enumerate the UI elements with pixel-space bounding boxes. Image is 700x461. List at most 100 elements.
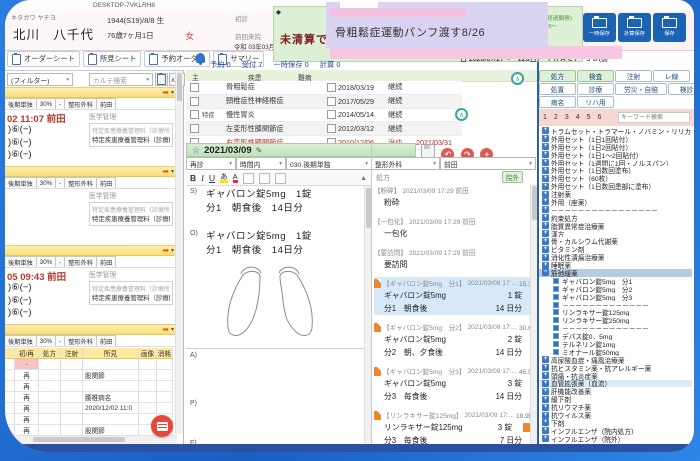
tree-item[interactable]: 抗リウマチ薬 bbox=[539, 403, 692, 411]
tree-node-icon[interactable] bbox=[542, 254, 549, 261]
karte-date-bar[interactable]: ☆ 2021/03/09 ✎ bbox=[186, 143, 416, 157]
order-tab[interactable]: 処置 bbox=[539, 83, 576, 95]
tree-node-icon[interactable] bbox=[542, 388, 549, 395]
disease-checkbox[interactable] bbox=[327, 83, 336, 92]
disease-row[interactable]: 特疾 慢性胃炎 2014/05/14 継続 bbox=[186, 109, 462, 123]
tree-node-icon[interactable] bbox=[542, 364, 549, 371]
main-checkbox[interactable] bbox=[190, 124, 199, 133]
tree-node-icon[interactable] bbox=[542, 143, 549, 150]
karte-entry-header-bar[interactable]: ➡ ▾ bbox=[5, 245, 177, 256]
doctor-tab[interactable]: 前田 bbox=[97, 98, 116, 109]
tree-item[interactable]: 睡眠薬 bbox=[539, 261, 692, 269]
tree-item[interactable]: 血管拡張薬（血流） bbox=[539, 380, 692, 388]
rx-order-block[interactable]: 【ギャバロン錠5mg 分3】 2021/03/09 17:... 45.9円 ギ… bbox=[374, 365, 530, 403]
disease-checkbox[interactable] bbox=[327, 124, 336, 133]
tree-item[interactable]: 外用セット（1週間に1回・ノルスパン） bbox=[539, 159, 692, 167]
tree-node-icon[interactable] bbox=[542, 246, 549, 253]
alert-calendar-icon[interactable] bbox=[151, 415, 173, 437]
tree-item[interactable]: デパス錠0．5mg bbox=[539, 332, 692, 340]
tree-node-icon[interactable] bbox=[542, 435, 549, 442]
order-tab[interactable]: 注射 bbox=[615, 70, 652, 82]
chevron-down-icon[interactable]: ▾ bbox=[171, 168, 174, 175]
table-row[interactable]: 再 bbox=[5, 381, 177, 392]
rate-tab[interactable]: 30% bbox=[37, 335, 56, 346]
counter[interactable]: 受付 7 bbox=[242, 60, 265, 69]
chevron-down-icon[interactable]: ▾ bbox=[171, 247, 174, 254]
bold-button[interactable]: B bbox=[190, 173, 196, 183]
department-tab[interactable]: 整形外科 bbox=[65, 98, 97, 109]
main-checkbox[interactable] bbox=[190, 83, 199, 92]
tree-node-icon[interactable] bbox=[542, 238, 549, 245]
doctor-tab[interactable]: 前田 bbox=[97, 335, 116, 346]
tree-item[interactable]: 外用セット（1日数回塗布） bbox=[539, 166, 692, 174]
tree-node-icon[interactable] bbox=[542, 198, 549, 205]
main-checkbox[interactable] bbox=[190, 97, 199, 106]
page-number[interactable]: 6 bbox=[598, 114, 602, 121]
visit-attribute-dropdown[interactable]: 再診 ▾ bbox=[186, 157, 236, 170]
tree-item[interactable]: －－－－－－－－－－－－－ bbox=[539, 301, 692, 309]
tree-node-icon[interactable] bbox=[542, 175, 549, 182]
left-horizontal-scrollbar[interactable] bbox=[5, 435, 177, 444]
dash-tab[interactable]: - bbox=[56, 177, 65, 188]
tree-node-icon[interactable] bbox=[542, 404, 549, 411]
rate-tab[interactable]: 30% bbox=[37, 177, 56, 188]
tree-item[interactable]: 抗ウイルス薬 bbox=[539, 411, 692, 419]
order-tab[interactable]: 病名 bbox=[539, 96, 576, 108]
tree-node-icon[interactable] bbox=[553, 309, 559, 315]
tree-item[interactable]: 肝機能改善薬 bbox=[539, 387, 692, 395]
page-number[interactable]: 3 bbox=[565, 114, 569, 121]
bell-icon[interactable] bbox=[196, 53, 205, 63]
visit-attribute-dropdown[interactable]: 030.後期単独 ▾ bbox=[286, 157, 372, 170]
karte-entry-partial[interactable]: ➡ ▾ 後期単独 30% - 整形外科 前田 bbox=[5, 324, 177, 347]
save-button[interactable]: 保存 bbox=[653, 13, 686, 42]
collapse-toolbar-icon[interactable]: ▲ bbox=[360, 175, 367, 182]
tree-item[interactable]: ミオナール錠50mg bbox=[539, 348, 692, 356]
tree-item[interactable]: リンラキサー錠125mg bbox=[539, 308, 692, 316]
disease-checkbox[interactable] bbox=[327, 110, 336, 119]
karte-entry[interactable]: ➡ ▾ 後期単独 30% - 整形外科 前田 02 11:07 前田 )⑥(−)… bbox=[5, 87, 177, 166]
table-row[interactable]: - bbox=[5, 359, 177, 370]
tree-node-icon[interactable] bbox=[553, 349, 559, 355]
tree-node-icon[interactable] bbox=[553, 294, 559, 300]
tree-item[interactable]: 外用（座薬） bbox=[539, 198, 692, 206]
tree-item[interactable]: 注射薬 bbox=[539, 190, 692, 198]
tree-item[interactable]: ギャバロン錠5mg 分3 bbox=[539, 293, 692, 301]
karte-search-dropdown[interactable]: カルテ検索 ▾ bbox=[89, 73, 153, 86]
rate-tab[interactable]: 30% bbox=[37, 98, 56, 109]
karte-entry-header-bar[interactable]: ➡ ▾ bbox=[5, 87, 177, 98]
order-tab[interactable]: 検査 bbox=[577, 70, 614, 82]
arrow-right-icon[interactable]: ➡ bbox=[162, 326, 169, 334]
counter[interactable]: 一時保存 0 bbox=[273, 60, 310, 69]
tree-node-icon[interactable] bbox=[542, 230, 549, 237]
main-checkbox[interactable] bbox=[190, 110, 199, 119]
department-tab[interactable]: 整形外科 bbox=[65, 177, 97, 188]
tree-item[interactable]: 緩下剤 bbox=[539, 395, 692, 403]
rx-order-block[interactable]: 【ギャバロン錠5mg 分2】 2021/03/09 17:... 30.6円 ギ… bbox=[374, 321, 530, 359]
collapse-panel-icon[interactable]: ∧ bbox=[511, 72, 524, 85]
tree-node-icon[interactable] bbox=[553, 325, 559, 331]
toolbar-button[interactable]: 所見シート bbox=[83, 51, 141, 67]
tree-node-icon[interactable] bbox=[542, 412, 549, 419]
insurance-tab[interactable]: 後期単独 bbox=[5, 98, 37, 109]
tree-node-icon[interactable] bbox=[542, 183, 549, 190]
dash-tab[interactable]: - bbox=[56, 335, 65, 346]
soap-editor[interactable]: S) ギャバロン錠5mg 1錠 分1 朝食後 14日分 O) ギャバロン錠5mg… bbox=[186, 186, 364, 444]
insurance-tab[interactable]: 後期単独 bbox=[5, 177, 37, 188]
tree-node-icon[interactable] bbox=[542, 151, 549, 158]
disease-row[interactable]: 左変形性膝関節症 2012/03/12 継続 bbox=[186, 122, 462, 136]
rx-order-block[interactable]: 【粉砕】 2021/03/09 17:29 前田 粉砕 bbox=[374, 184, 530, 209]
department-tab[interactable]: 整形外科 bbox=[65, 256, 97, 267]
tree-item[interactable]: 外用セット（1日1～2回貼付） bbox=[539, 151, 692, 159]
save-disk-icon[interactable] bbox=[421, 144, 435, 158]
page-number[interactable]: 5 bbox=[587, 114, 591, 121]
rx-order-block[interactable]: 【リンラキサー錠125mg】 2021/03/09 17:... 18.9円 リ… bbox=[374, 409, 530, 444]
italic-button[interactable]: I bbox=[201, 173, 204, 183]
counter[interactable]: 計算 0 bbox=[320, 60, 341, 69]
insurance-tab[interactable]: 後期単独 bbox=[5, 335, 37, 346]
tree-node-icon[interactable] bbox=[553, 317, 559, 323]
tree-item[interactable]: テルネリン錠1mg bbox=[539, 340, 692, 348]
arrow-right-icon[interactable]: ➡ bbox=[162, 247, 169, 255]
disease-checkbox[interactable] bbox=[327, 97, 336, 106]
insert-grid-icon[interactable] bbox=[275, 173, 286, 184]
disease-row[interactable]: 頸椎症性神経根症 2017/05/29 継続 bbox=[186, 95, 462, 109]
